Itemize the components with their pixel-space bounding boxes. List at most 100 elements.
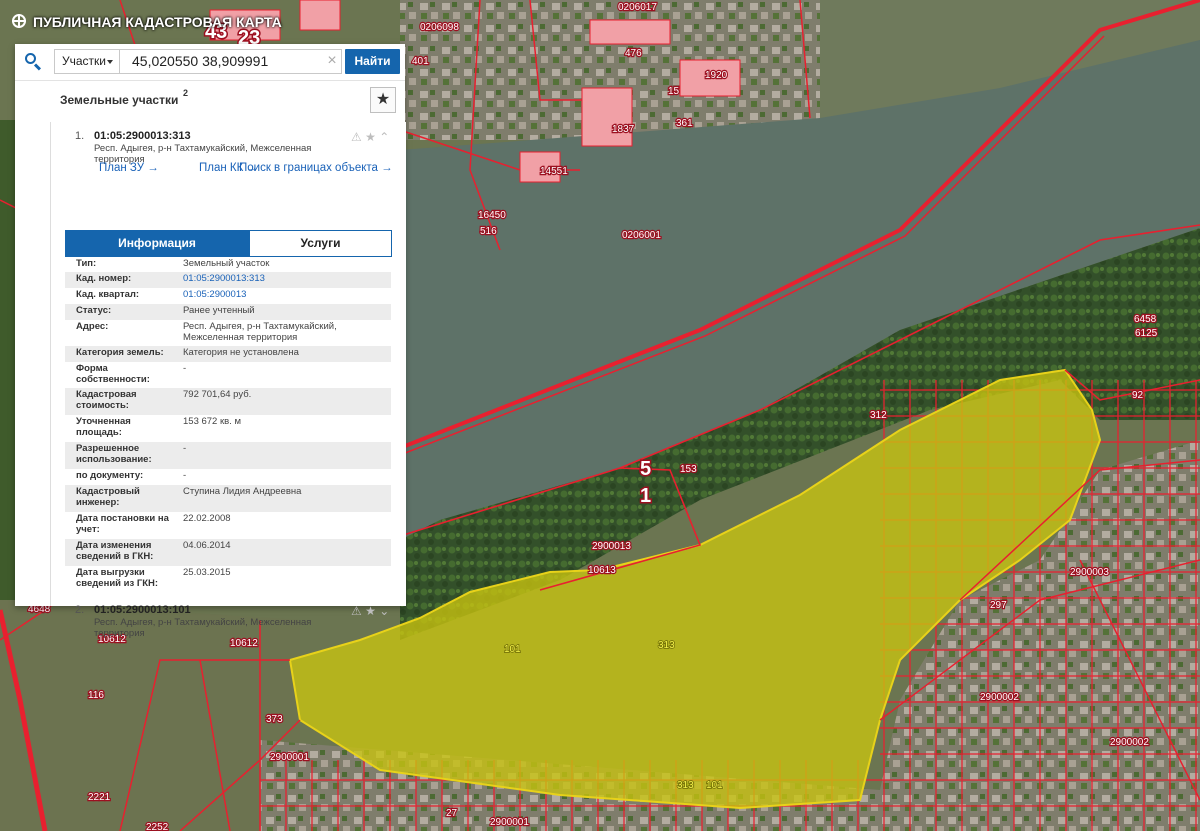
- label-parcel-297: 297: [990, 600, 1007, 611]
- info-row-ownership: Форма собственности: -: [65, 362, 391, 388]
- info-row-land-category: Категория земель: Категория не установле…: [65, 346, 391, 362]
- result-number: 1.: [75, 130, 85, 142]
- info-key: Категория земель:: [76, 347, 164, 358]
- info-value: Ступина Лидия Андреевна: [183, 486, 302, 497]
- result-cadastral-number[interactable]: 01:05:2900013:313: [94, 130, 191, 142]
- star-icon: ★: [375, 91, 391, 108]
- label-parcel-6458: 6458: [1134, 314, 1157, 325]
- label-parcel-1837: 1837: [612, 124, 635, 135]
- search-input[interactable]: 45,020550 38,909991: [120, 49, 342, 74]
- star-icon[interactable]: ★: [365, 130, 376, 144]
- chevron-down-icon: [107, 60, 113, 64]
- favorites-button[interactable]: ★: [370, 87, 396, 113]
- label-parcel-101-b: 101: [706, 780, 723, 791]
- label-quarter-0206098: 0206098: [420, 22, 459, 33]
- info-key: Кадастровый инженер:: [76, 486, 140, 508]
- info-key: Тип:: [76, 258, 97, 269]
- label-parcel-2252: 2252: [146, 822, 169, 831]
- results-header: Земельные участки 2 ★: [15, 80, 405, 119]
- search-icon[interactable]: [21, 50, 45, 74]
- label-parcel-476: 476: [625, 48, 642, 59]
- globe-logo-icon: [12, 14, 26, 28]
- info-row-status: Статус: Ранее учтенный: [65, 304, 391, 320]
- result-links: План ЗУ → План КК → Поиск в границах объ…: [51, 162, 401, 178]
- info-key: по документу:: [76, 470, 144, 481]
- search-icon-lens: [25, 53, 36, 64]
- label-quarter-2900002-b: 2900002: [1110, 737, 1149, 748]
- label-quarter-2900001-b: 2900001: [490, 817, 529, 828]
- label-parcel-312: 312: [870, 410, 887, 421]
- label-parcel-27: 27: [446, 808, 458, 819]
- result-tabs: Информация Услуги: [65, 230, 392, 257]
- info-row-cadastral-quarter: Кад. квартал: 01:05:2900013: [65, 288, 391, 304]
- info-value: Ранее учтенный: [183, 305, 255, 316]
- info-key: Дата выгрузки сведений из ГКН:: [76, 567, 159, 589]
- info-key: Разрешенное использование:: [76, 443, 152, 465]
- info-key: Кадастровая стоимость:: [76, 389, 137, 411]
- label-parcel-16450: 16450: [478, 210, 506, 221]
- info-row-engineer: Кадастровый инженер: Ступина Лидия Андре…: [65, 485, 391, 512]
- warning-icon[interactable]: ⚠: [351, 130, 362, 144]
- info-value: 792 701,64 руб.: [183, 389, 252, 400]
- plan-zu-link[interactable]: План ЗУ →: [99, 162, 159, 174]
- label-parcel-92: 92: [1132, 390, 1144, 401]
- info-key: Дата постановки на учет:: [76, 513, 169, 535]
- label-quarter-2900013: 2900013: [592, 541, 631, 552]
- results-count: 2: [183, 88, 189, 98]
- label-quarter-2900002-a: 2900002: [980, 692, 1019, 703]
- search-panel: Участки 45,020550 38,909991 × Найти Земе…: [15, 44, 406, 638]
- info-key: Форма собственности:: [76, 363, 150, 385]
- results-title: Земельные участки: [60, 93, 179, 107]
- close-icon[interactable]: ×: [324, 53, 340, 69]
- info-value: Земельный участок: [183, 258, 270, 269]
- info-value: 04.06.2014: [183, 540, 231, 551]
- label-parcel-10613: 10613: [588, 565, 616, 576]
- search-query: 45,020550 38,909991: [132, 53, 269, 69]
- label-parcel-313: 313: [658, 640, 675, 651]
- label-quarter-0206017: 0206017: [618, 2, 657, 13]
- info-value: -: [183, 443, 187, 454]
- label-parcel-10612-b: 10612: [230, 638, 258, 649]
- info-key: Дата изменения сведений в ГКН:: [76, 540, 154, 562]
- chevron-up-icon[interactable]: ⌃: [379, 130, 389, 144]
- object-type-selected: Участки: [62, 54, 106, 68]
- info-key: Кад. номер:: [76, 273, 132, 284]
- warning-icon[interactable]: ⚠: [351, 604, 362, 618]
- info-row-type: Тип: Земельный участок: [65, 257, 391, 272]
- label-parcel-15: 15: [668, 86, 680, 97]
- info-value-link[interactable]: 01:05:2900013: [183, 289, 388, 301]
- result-tools: ⚠ ★ ⌄: [351, 604, 401, 618]
- label-parcel-401: 401: [412, 56, 429, 67]
- label-parcel-516: 516: [480, 226, 497, 237]
- info-key: Адрес:: [76, 321, 109, 332]
- result-address: Респ. Адыгея, р-н Тахтамукайский, Межсел…: [94, 617, 312, 639]
- info-row-permitted-use: Разрешенное использование: -: [65, 442, 391, 469]
- app-header: ПУБЛИЧНАЯ КАДАСТРОВАЯ КАРТА: [0, 0, 420, 44]
- result-cadastral-number[interactable]: 01:05:2900013:101: [94, 604, 191, 616]
- label-quarter-2900001-a: 2900001: [270, 752, 309, 763]
- label-parcel-313-b: 313: [677, 780, 694, 791]
- search-icon-handle: [33, 63, 42, 71]
- info-value: 22.02.2008: [183, 513, 231, 524]
- label-parcel-5: 5: [640, 458, 651, 480]
- tab-services[interactable]: Услуги: [249, 230, 392, 257]
- find-button[interactable]: Найти: [345, 49, 400, 74]
- object-type-select[interactable]: Участки: [54, 49, 120, 74]
- info-value-link[interactable]: 01:05:2900013:313: [183, 273, 388, 285]
- label-parcel-14551: 14551: [540, 166, 568, 177]
- label-quarter-0206001: 0206001: [622, 230, 661, 241]
- info-key: Уточненная площадь:: [76, 416, 131, 438]
- info-key: Статус:: [76, 305, 112, 316]
- label-parcel-361: 361: [676, 118, 693, 129]
- star-icon[interactable]: ★: [365, 604, 376, 618]
- search-bounds-link[interactable]: Поиск в границах объекта →: [239, 162, 393, 174]
- search-bar: Участки 45,020550 38,909991 × Найти: [15, 44, 405, 80]
- tab-info[interactable]: Информация: [65, 230, 249, 257]
- result-tools: ⚠ ★ ⌃: [351, 130, 401, 144]
- info-row-export-date: Дата выгрузки сведений из ГКН: 25.03.201…: [65, 566, 391, 593]
- info-row-registration-date: Дата постановки на учет: 22.02.2008: [65, 512, 391, 539]
- info-row-address: Адрес: Респ. Адыгея, р-н Тахтамукайский,…: [65, 320, 391, 346]
- results-list: 1. 01:05:2900013:313 Респ. Адыгея, р-н Т…: [50, 122, 406, 638]
- info-row-cadastral-number: Кад. номер: 01:05:2900013:313: [65, 272, 391, 288]
- chevron-down-icon[interactable]: ⌄: [379, 604, 389, 618]
